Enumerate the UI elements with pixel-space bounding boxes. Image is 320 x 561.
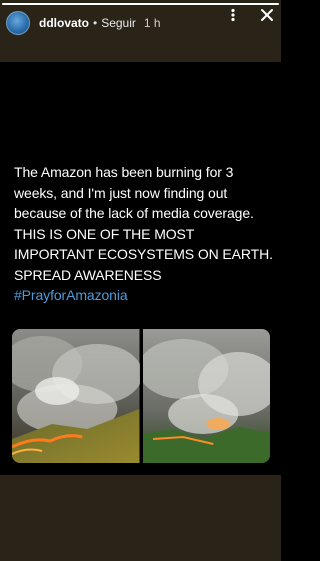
timestamp: 1 h — [143, 16, 161, 30]
separator-dot: • — [93, 16, 98, 30]
tweet-text-block: The Amazon has been burning for 3 weeks,… — [14, 162, 276, 306]
close-icon[interactable] — [260, 8, 274, 22]
fire-photo-right[interactable] — [142, 329, 271, 463]
three-dots-icon[interactable] — [225, 8, 241, 22]
tweet-photos[interactable] — [12, 329, 270, 463]
tweet-body: The Amazon has been burning for 3 weeks,… — [14, 164, 273, 283]
story-bottom-area — [0, 475, 281, 561]
story-progress-fill — [2, 3, 279, 5]
hashtag-link[interactable]: #PrayforAmazonia — [14, 285, 276, 306]
username[interactable]: ddlovato — [39, 16, 89, 30]
follow-button[interactable]: Seguir — [101, 16, 136, 30]
tweet-card: The Amazon has been burning for 3 weeks,… — [0, 62, 281, 475]
fire-photo-left[interactable] — [12, 329, 140, 463]
story-progress-bar — [2, 3, 279, 5]
story-viewer[interactable]: ddlovato • Seguir 1 h The Amazon has bee… — [0, 0, 281, 561]
avatar[interactable] — [6, 11, 30, 35]
